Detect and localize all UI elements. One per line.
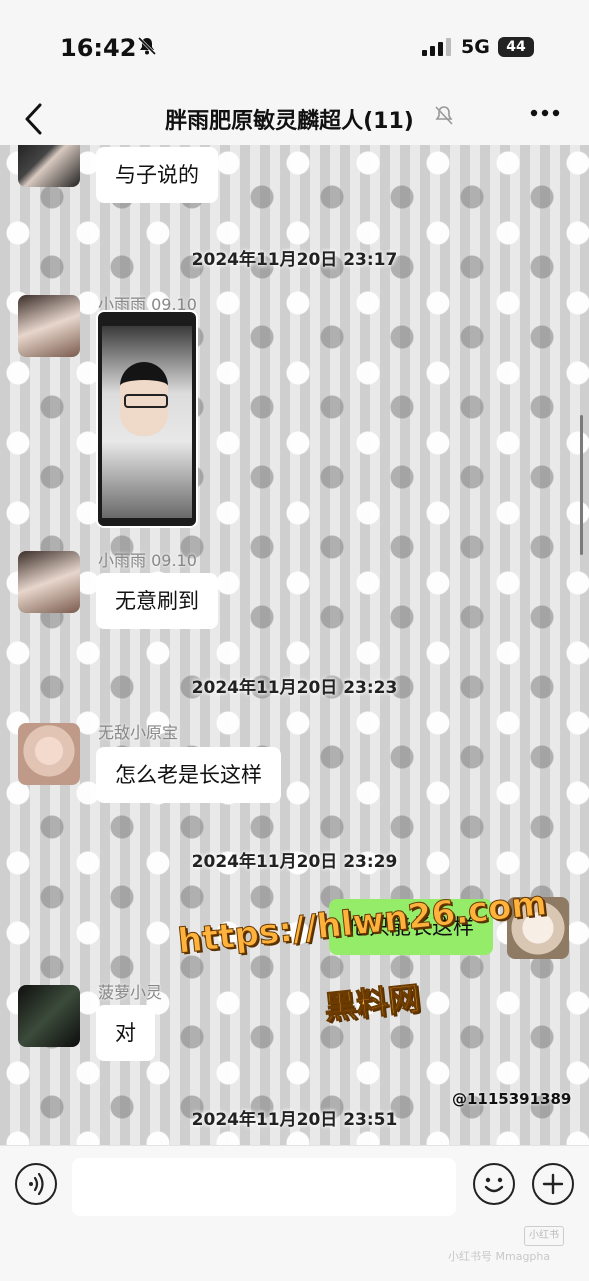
sender-name: 菠萝小灵 <box>98 983 163 1002</box>
timestamp: 2024年11月20日 23:29 <box>191 852 398 872</box>
avatar[interactable] <box>18 295 80 357</box>
watermark-id: @1115391389 <box>452 1090 572 1108</box>
timestamp: 2024年11月20日 23:17 <box>191 250 398 270</box>
smile-icon <box>484 1177 504 1193</box>
chat-title: 胖雨肥原敏灵麟超人(11) <box>165 109 414 134</box>
sender-name: 小雨雨 09.10 <box>98 551 197 570</box>
message-bubble[interactable]: 对 <box>96 1005 155 1061</box>
message-bubble[interactable]: 无意刷到 <box>96 573 218 629</box>
voice-input-button[interactable] <box>15 1163 57 1205</box>
plus-icon <box>542 1173 564 1195</box>
message-bubble[interactable]: 与子说的 <box>96 147 218 203</box>
chat-header: 胖雨肥原敏灵麟超人(11) <box>0 95 589 145</box>
avatar[interactable] <box>18 985 80 1047</box>
timestamp: 2024年11月20日 23:23 <box>191 678 398 698</box>
xiaohongshu-badge: 小红书 <box>524 1226 564 1246</box>
signal-icon <box>422 38 451 56</box>
message-input[interactable] <box>72 1158 456 1216</box>
timestamp: 2024年11月20日 23:51 <box>191 1110 398 1130</box>
status-bar: 16:42 5G 44 <box>0 0 589 95</box>
bell-slash-icon <box>137 36 157 56</box>
status-time: 16:42 <box>60 34 137 62</box>
sender-name: 无敌小原宝 <box>98 723 179 742</box>
image-message[interactable] <box>96 310 198 528</box>
avatar[interactable] <box>18 723 80 785</box>
more-dots-icon[interactable] <box>530 109 560 117</box>
emoji-button[interactable] <box>473 1163 515 1205</box>
image-glasses <box>124 394 168 408</box>
voice-wave-icon <box>29 1172 44 1196</box>
avatar[interactable] <box>18 551 80 613</box>
avatar[interactable] <box>18 145 80 187</box>
mute-bell-icon <box>435 106 453 125</box>
scrollbar[interactable] <box>580 415 583 555</box>
network-type: 5G <box>461 36 490 58</box>
battery-indicator: 44 <box>498 37 534 57</box>
xiaohongshu-mark: 小红书号 Mmagpha <box>448 1250 551 1263</box>
chat-message-list[interactable]: 与子说的 2024年11月20日 23:17 小雨雨 09.10 小雨雨 09.… <box>0 145 589 1145</box>
message-bubble[interactable]: 怎么老是长这样 <box>96 747 281 803</box>
more-actions-button[interactable] <box>532 1163 574 1205</box>
input-bar: 小红书 小红书号 Mmagpha <box>0 1145 589 1281</box>
